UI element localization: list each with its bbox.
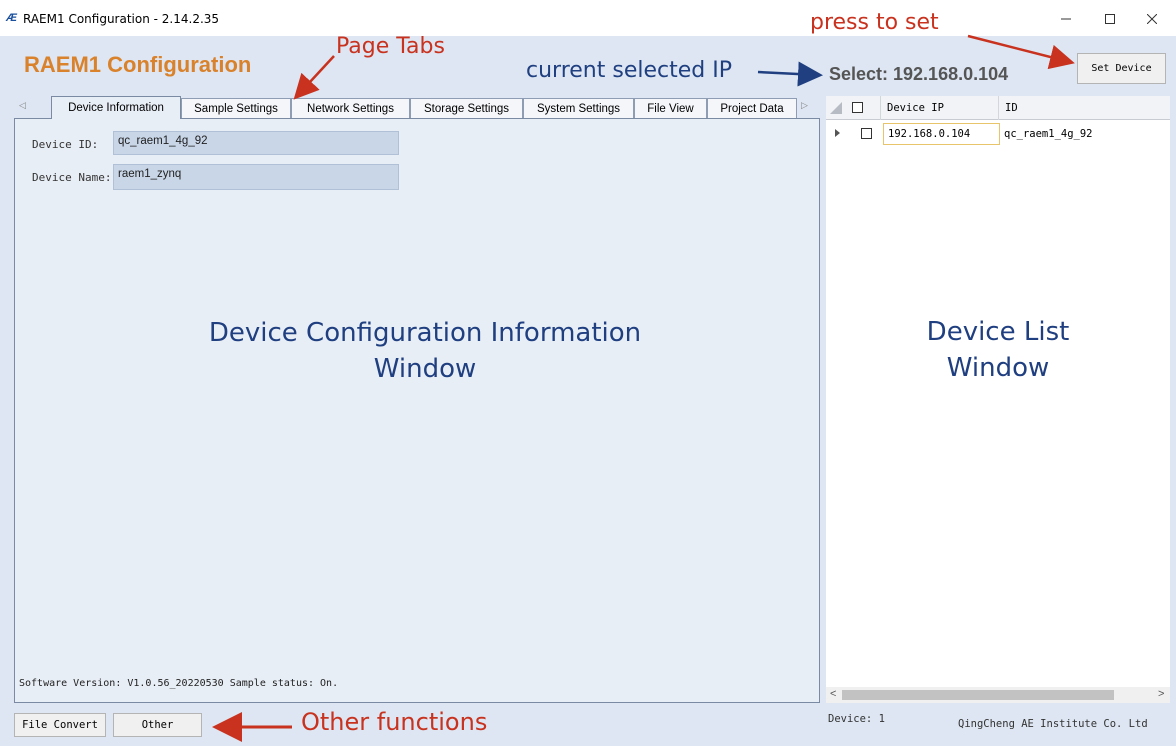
device-id-label: Device ID:: [32, 138, 99, 151]
device-name-field[interactable]: raem1_zynq: [113, 164, 399, 190]
scroll-left-icon[interactable]: <: [830, 688, 836, 700]
company-text: QingCheng AE Institute Co. Ltd: [958, 718, 1148, 730]
title-bar: Æ RAEM1 Configuration - 2.14.2.35: [0, 0, 1176, 36]
other-functions-annotation: Other functions: [301, 708, 488, 736]
column-header-device-ip[interactable]: Device IP: [880, 96, 998, 120]
scrollbar-thumb[interactable]: [842, 690, 1114, 700]
device-list-caption: Device List Window: [866, 314, 1130, 386]
selected-ip-label: Select: 192.168.0.104: [829, 64, 1009, 84]
tab-storage-settings[interactable]: Storage Settings: [410, 98, 523, 118]
table-row[interactable]: 192.168.0.104 qc_raem1_4g_92: [826, 123, 1170, 145]
maximize-icon[interactable]: [1095, 6, 1125, 32]
tab-network-settings[interactable]: Network Settings: [291, 98, 410, 118]
app-logo-icon: Æ: [6, 12, 17, 24]
tab-scroll-left-icon[interactable]: ◁: [19, 100, 26, 111]
window-title: RAEM1 Configuration - 2.14.2.35: [23, 12, 220, 26]
app-heading: RAEM1 Configuration: [24, 52, 252, 77]
tab-file-view[interactable]: File View: [634, 98, 707, 118]
cell-device-ip[interactable]: 192.168.0.104: [883, 123, 1000, 145]
tab-content: Device ID: qc_raem1_4g_92 Device Name: r…: [14, 118, 820, 703]
tab-scroll-right-icon[interactable]: ▷: [801, 100, 808, 111]
press-to-set-annotation: press to set: [810, 10, 939, 35]
grid-header: Device IP ID: [826, 96, 1170, 120]
software-status-text: Software Version: V1.0.56_20220530 Sampl…: [19, 678, 339, 689]
tab-system-settings[interactable]: System Settings: [523, 98, 634, 118]
device-id-field[interactable]: qc_raem1_4g_92: [113, 131, 399, 155]
file-convert-button[interactable]: File Convert: [14, 713, 106, 737]
config-window-caption-line1: Device Configuration Information: [208, 318, 642, 348]
page-tabs-annotation: Page Tabs: [336, 34, 445, 59]
device-list-caption-line1: Device List: [926, 317, 1070, 347]
device-list-panel: Device IP ID 192.168.0.104 qc_raem1_4g_9…: [826, 96, 1170, 703]
config-window-caption: Device Configuration Information Window: [155, 315, 695, 387]
current-selected-ip-annotation: current selected IP: [526, 58, 732, 83]
tab-sample-settings[interactable]: Sample Settings: [181, 98, 291, 118]
device-count-text: Device: 1: [828, 713, 885, 725]
tab-strip: ◁ Device Information Sample Settings Net…: [14, 96, 820, 119]
row-checkbox[interactable]: [861, 128, 872, 139]
minimize-icon[interactable]: [1051, 6, 1081, 32]
config-window-caption-line2: Window: [373, 354, 477, 384]
device-name-label: Device Name:: [32, 171, 112, 184]
device-config-panel: ◁ Device Information Sample Settings Net…: [14, 96, 820, 703]
device-list-caption-line2: Window: [946, 353, 1050, 383]
grid-corner-icon: [830, 102, 842, 114]
select-all-checkbox[interactable]: [852, 102, 863, 113]
close-icon[interactable]: [1137, 6, 1167, 32]
other-button[interactable]: Other: [113, 713, 202, 737]
cell-device-id[interactable]: qc_raem1_4g_92: [1000, 123, 1170, 145]
column-header-id[interactable]: ID: [998, 96, 1170, 120]
set-device-button[interactable]: Set Device: [1077, 53, 1166, 84]
tab-project-data[interactable]: Project Data: [707, 98, 797, 118]
horizontal-scrollbar[interactable]: < >: [826, 687, 1170, 703]
scroll-right-icon[interactable]: >: [1158, 688, 1164, 700]
row-indicator-icon: [835, 129, 840, 137]
tab-device-information[interactable]: Device Information: [51, 96, 181, 119]
